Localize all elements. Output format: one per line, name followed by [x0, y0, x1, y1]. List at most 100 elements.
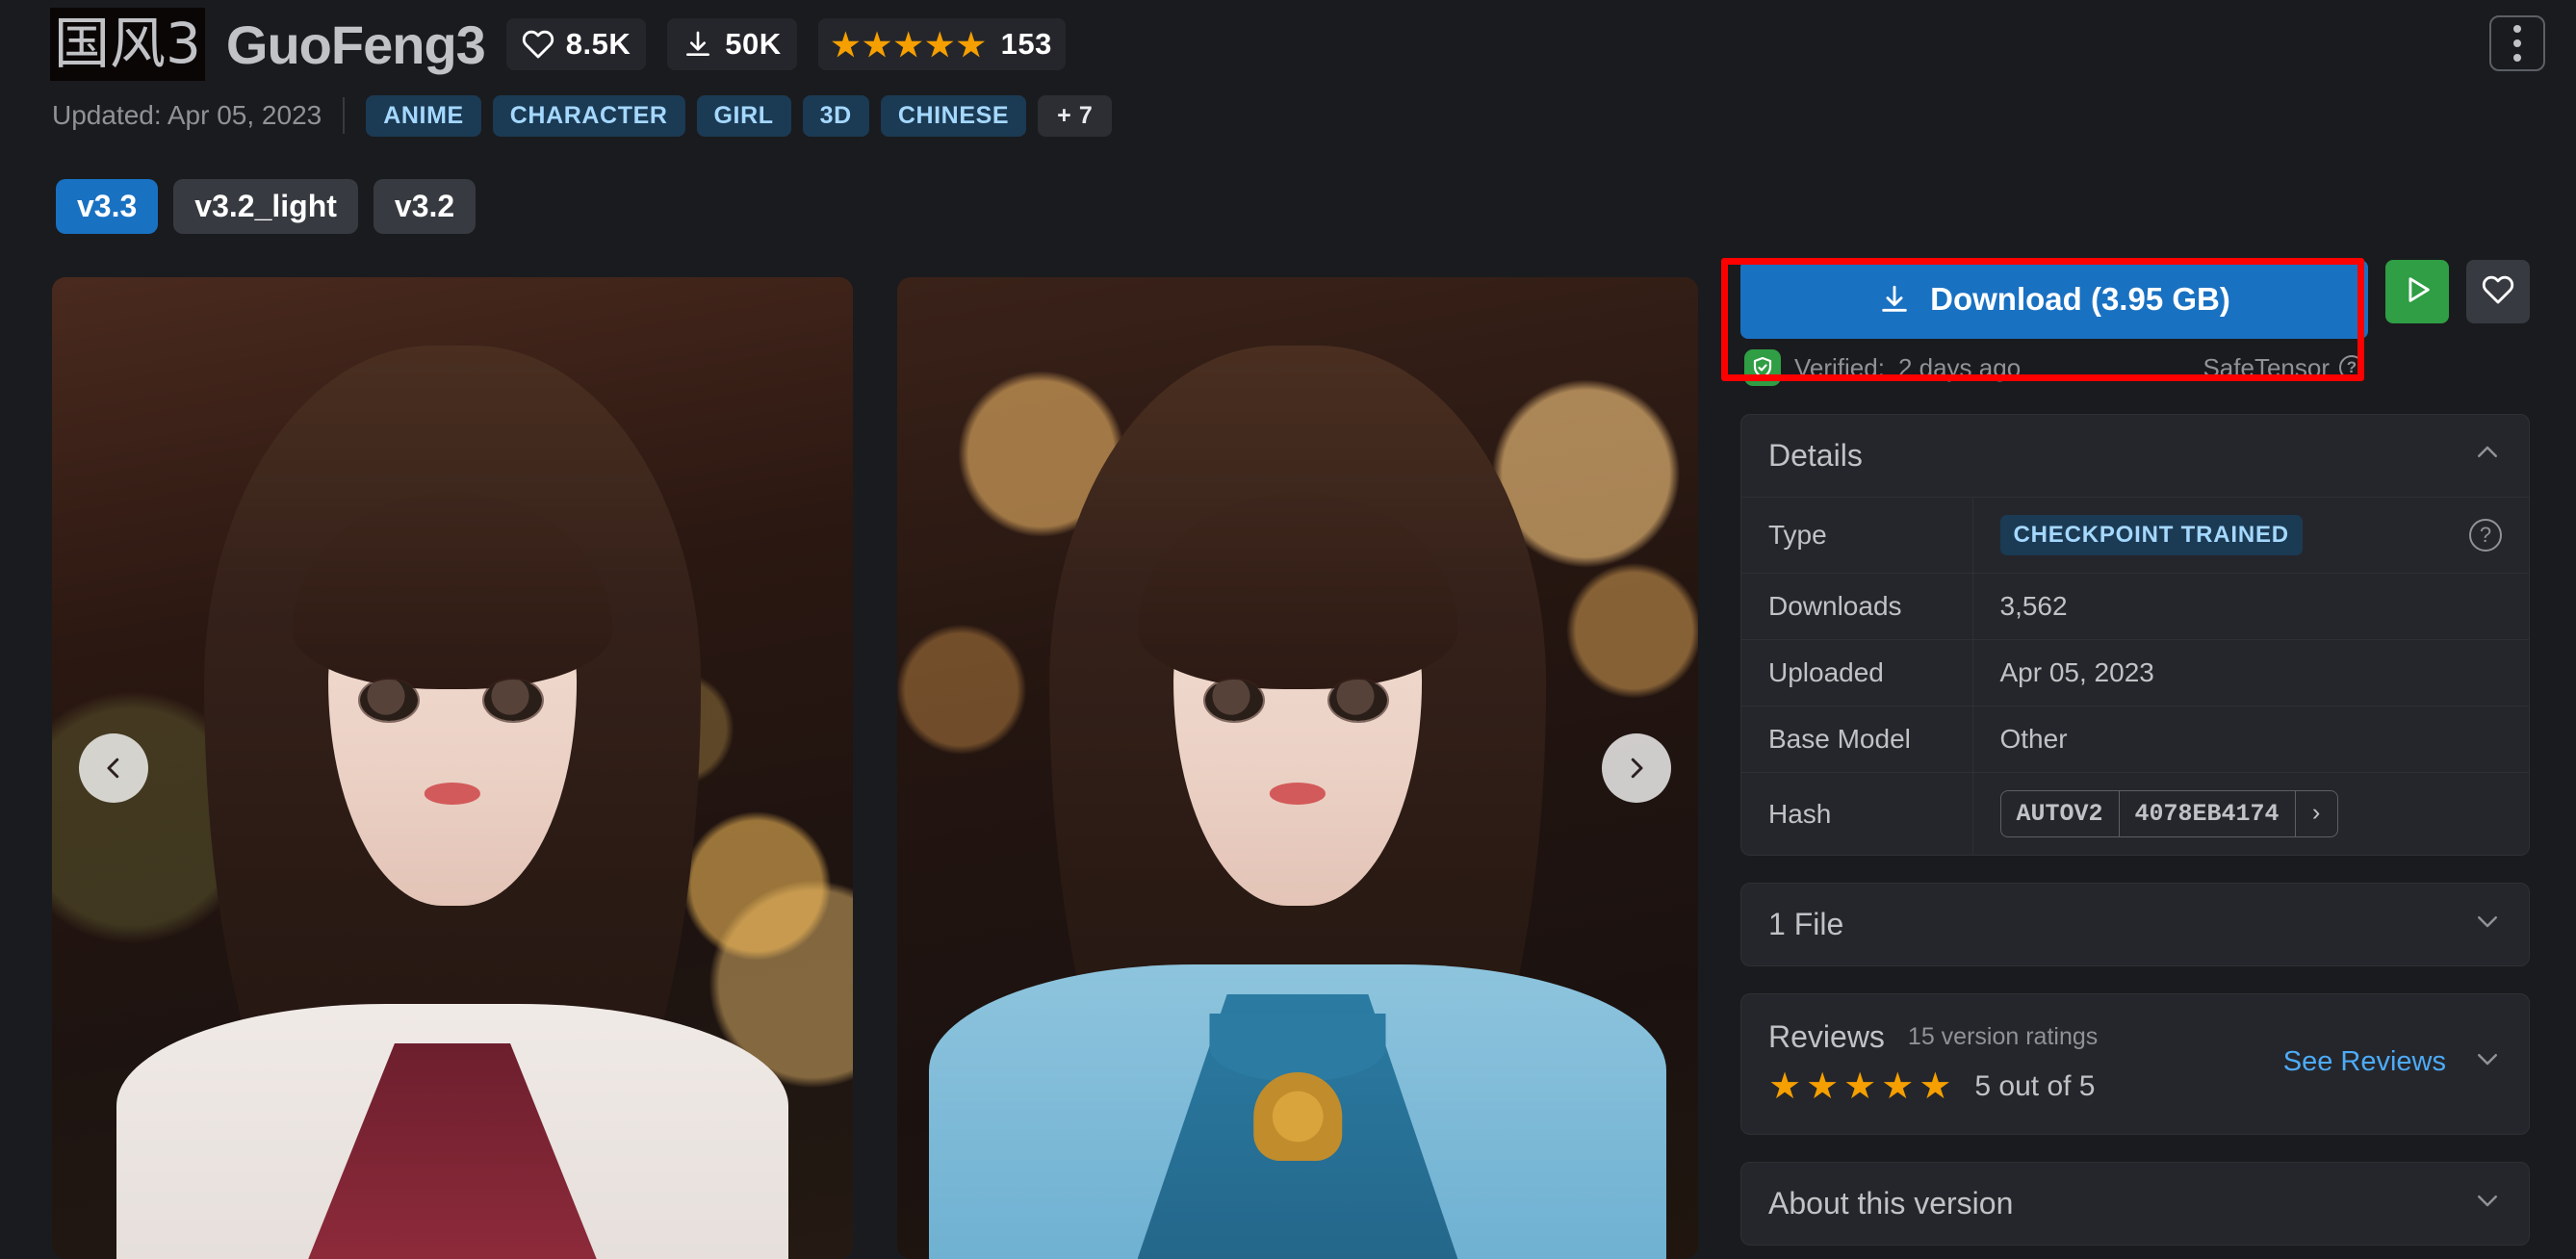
star-icon: ★ [1843, 1066, 1877, 1107]
reviews-body: Reviews 15 version ratings ★ ★ ★ ★ ★ 5 o… [1741, 994, 2529, 1134]
star-icon: ★ [1806, 1066, 1840, 1107]
shield-check-icon [1744, 349, 1781, 386]
file-format-status: SafeTensor ? [2202, 353, 2364, 383]
reviews-actions: See Reviews [2283, 1044, 2502, 1080]
question-circle-icon[interactable]: ? [2469, 519, 2502, 552]
gallery-image-2[interactable] [897, 277, 1698, 1259]
star-icon: ★ [831, 26, 861, 63]
verified-status: Verified: 2 days ago [1744, 349, 2021, 386]
files-card[interactable]: 1 File [1740, 883, 2530, 966]
download-icon [683, 29, 713, 60]
likes-stat-chip[interactable]: 8.5K [505, 18, 647, 70]
heart-outline-icon [2482, 273, 2514, 311]
downloads-count: 50K [725, 27, 782, 61]
reviews-score-label: 5 out of 5 [1974, 1070, 2096, 1102]
star-icon: ★ [863, 26, 891, 63]
kebab-dot [2513, 25, 2521, 33]
download-button-label: Download (3.95 GB) [1930, 281, 2230, 317]
table-row: Downloads 3,562 [1741, 573, 2529, 640]
verified-label: Verified: [1794, 352, 1885, 382]
rating-stat-chip[interactable]: ★ ★ ★ ★ ★ 153 [817, 18, 1066, 70]
gallery-next-button[interactable] [1602, 733, 1671, 803]
version-tab-list: v3.3 v3.2_light v3.2 [56, 179, 477, 234]
details-value-type: CHECKPOINT TRAINED ? [1972, 497, 2529, 574]
rating-stars: ★ ★ ★ ★ ★ [832, 29, 986, 61]
reviews-title: Reviews [1768, 1019, 1885, 1054]
details-card-header[interactable]: Details [1741, 415, 2529, 497]
reviews-header: Reviews 15 version ratings [1768, 1019, 2098, 1055]
hash-algo-label: AUTOV2 [2016, 800, 2103, 828]
download-row: Download (3.95 GB) Verified: 2 days ago [1740, 260, 2530, 387]
hash-value-label: 4078EB4174 [2118, 791, 2295, 836]
verified-row: Verified: 2 days ago SafeTensor ? [1740, 348, 2368, 387]
gallery-image-1[interactable] [52, 277, 853, 1259]
model-detail-page: 国风3 GuoFeng3 8.5K 50K ★ ★ ★ ★ ★ 153 Upda… [0, 0, 2576, 1259]
chevron-down-icon[interactable] [2473, 1186, 2502, 1221]
details-key-hash: Hash [1741, 772, 1973, 855]
chevron-up-icon[interactable] [2473, 438, 2502, 474]
question-circle-icon[interactable]: ? [2339, 355, 2364, 380]
rating-count: 153 [1000, 27, 1052, 61]
status-badge: CHECKPOINT TRAINED [1999, 515, 2303, 555]
page-title: GuoFeng3 [225, 13, 486, 75]
details-key-base-model: Base Model [1741, 706, 1973, 773]
reviews-card: Reviews 15 version ratings ★ ★ ★ ★ ★ 5 o… [1740, 993, 2530, 1135]
star-icon: ★ [957, 26, 986, 63]
hash-expand-icon[interactable]: › [2294, 791, 2337, 836]
chevron-down-icon[interactable] [2473, 907, 2502, 942]
title-row: 国风3 GuoFeng3 8.5K 50K ★ ★ ★ ★ ★ 153 [50, 8, 1066, 81]
star-icon: ★ [1768, 1066, 1802, 1107]
star-icon: ★ [925, 26, 955, 63]
downloads-stat-chip[interactable]: 50K [667, 18, 797, 70]
files-title: 1 File [1768, 907, 1844, 941]
chevron-left-icon [99, 754, 128, 783]
reviews-stars: ★ ★ ★ ★ ★ [1768, 1068, 1951, 1105]
download-icon [1878, 283, 1911, 316]
tag-more-button[interactable]: + 7 [1038, 94, 1113, 137]
version-tab-v33[interactable]: v3.3 [56, 179, 159, 234]
tag-character[interactable]: CHARACTER [492, 94, 685, 137]
gallery-image-2-art [897, 277, 1698, 1259]
details-key-uploaded: Uploaded [1741, 639, 1973, 707]
reviews-summary: Reviews 15 version ratings ★ ★ ★ ★ ★ 5 o… [1768, 1019, 2098, 1105]
kebab-dot [2513, 54, 2521, 62]
meta-row: Updated: Apr 05, 2023 ANIME CHARACTER GI… [52, 92, 1113, 139]
chevron-down-icon[interactable] [2473, 1044, 2502, 1080]
details-key-type: Type [1741, 497, 1973, 574]
files-card-header[interactable]: 1 File [1741, 884, 2529, 965]
model-sidebar: Download (3.95 GB) Verified: 2 days ago [1740, 260, 2530, 1246]
details-value-uploaded: Apr 05, 2023 [1972, 639, 2529, 707]
like-model-button[interactable] [2466, 260, 2530, 323]
version-tab-v32[interactable]: v3.2 [373, 179, 477, 234]
version-tab-v32-light[interactable]: v3.2_light [173, 179, 358, 234]
gallery-prev-button[interactable] [79, 733, 148, 803]
about-version-card[interactable]: About this version [1740, 1162, 2530, 1246]
likes-count: 8.5K [565, 27, 631, 61]
see-reviews-link[interactable]: See Reviews [2283, 1046, 2446, 1078]
tag-anime[interactable]: ANIME [366, 94, 481, 137]
about-version-title: About this version [1768, 1186, 2014, 1220]
page-header: 国风3 GuoFeng3 8.5K 50K ★ ★ ★ ★ ★ 153 Upda… [0, 0, 2576, 154]
play-icon [2401, 273, 2434, 311]
tag-3d[interactable]: 3D [802, 94, 869, 137]
verified-when-link[interactable]: 2 days ago [1898, 353, 2021, 383]
details-title: Details [1768, 438, 1863, 473]
details-key-downloads: Downloads [1741, 573, 1973, 640]
download-button[interactable]: Download (3.95 GB) [1740, 260, 2368, 339]
details-value-base-model: Other [1972, 706, 2529, 773]
details-value-downloads: 3,562 [1972, 573, 2529, 640]
table-row: Uploaded Apr 05, 2023 [1741, 639, 2529, 707]
tag-girl[interactable]: GIRL [696, 94, 791, 137]
star-icon: ★ [1919, 1066, 1952, 1107]
details-card: Details Type CHECKPOINT TRAINED ? Downlo… [1740, 414, 2530, 856]
updated-label: Updated: Apr 05, 2023 [52, 97, 346, 134]
details-table: Type CHECKPOINT TRAINED ? Downloads 3,56… [1741, 497, 2529, 855]
tag-list: ANIME CHARACTER GIRL 3D CHINESE + 7 [366, 94, 1113, 137]
run-model-button[interactable] [2385, 260, 2449, 323]
hash-group[interactable]: AUTOV2 4078EB4174 › [1999, 790, 2338, 837]
about-version-header[interactable]: About this version [1741, 1163, 2529, 1245]
kebab-menu-icon[interactable] [2489, 15, 2545, 71]
tag-chinese[interactable]: CHINESE [880, 94, 1027, 137]
gallery-image-1-art [52, 277, 853, 1259]
table-row: Base Model Other [1741, 706, 2529, 773]
